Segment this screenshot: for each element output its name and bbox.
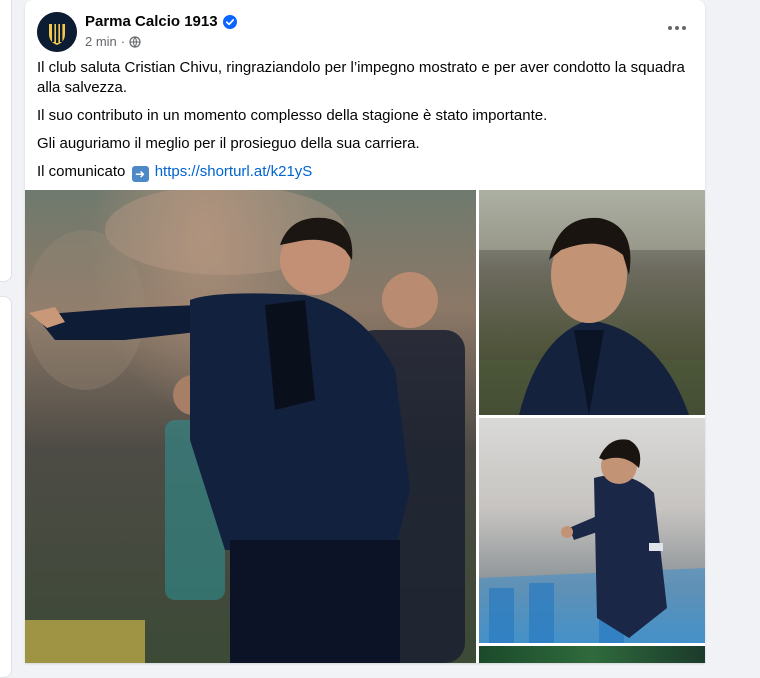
page-avatar[interactable] <box>37 12 77 52</box>
meta-separator: · <box>120 34 126 49</box>
post-paragraph: Il club saluta Cristian Chivu, ringrazia… <box>37 59 685 96</box>
facebook-post: Parma Calcio 1913 2 min · Il club saluta… <box>25 0 705 663</box>
communique-label: Il comunicato <box>37 163 126 180</box>
post-photo-bottom-right[interactable] <box>479 418 705 643</box>
post-photo-main[interactable] <box>25 190 476 663</box>
verified-badge-icon <box>222 14 237 29</box>
post-timestamp[interactable]: 2 min <box>85 34 117 49</box>
page-name[interactable]: Parma Calcio 1913 <box>85 13 218 30</box>
post-meta: 2 min · <box>85 34 141 49</box>
adjacent-card-top <box>0 0 12 282</box>
post-photo-bottom-partial[interactable] <box>479 646 705 663</box>
communique-line: Il comunicato ➜ https://shorturl.at/k21y… <box>37 162 687 182</box>
parma-crest-logo <box>37 12 77 52</box>
adjacent-card-bottom <box>0 296 12 678</box>
post-paragraph: Gli auguriamo il meglio per il prosieguo… <box>37 135 420 152</box>
coach-portrait-illustration <box>479 190 705 415</box>
post-text: Il club saluta Cristian Chivu, ringrazia… <box>37 58 687 190</box>
page-name-link[interactable]: Parma Calcio 1913 <box>85 13 237 30</box>
post-paragraph: Il suo contributo in un momento compless… <box>37 107 548 124</box>
more-options-icon[interactable] <box>659 16 695 40</box>
communique-link[interactable]: https://shorturl.at/k21yS <box>155 163 313 180</box>
right-arrow-emoji: ➜ <box>131 166 149 182</box>
globe-icon[interactable] <box>129 35 141 48</box>
post-photo-top-right[interactable] <box>479 190 705 415</box>
coach-training-illustration <box>479 439 705 643</box>
coach-pointing-illustration <box>25 190 465 663</box>
